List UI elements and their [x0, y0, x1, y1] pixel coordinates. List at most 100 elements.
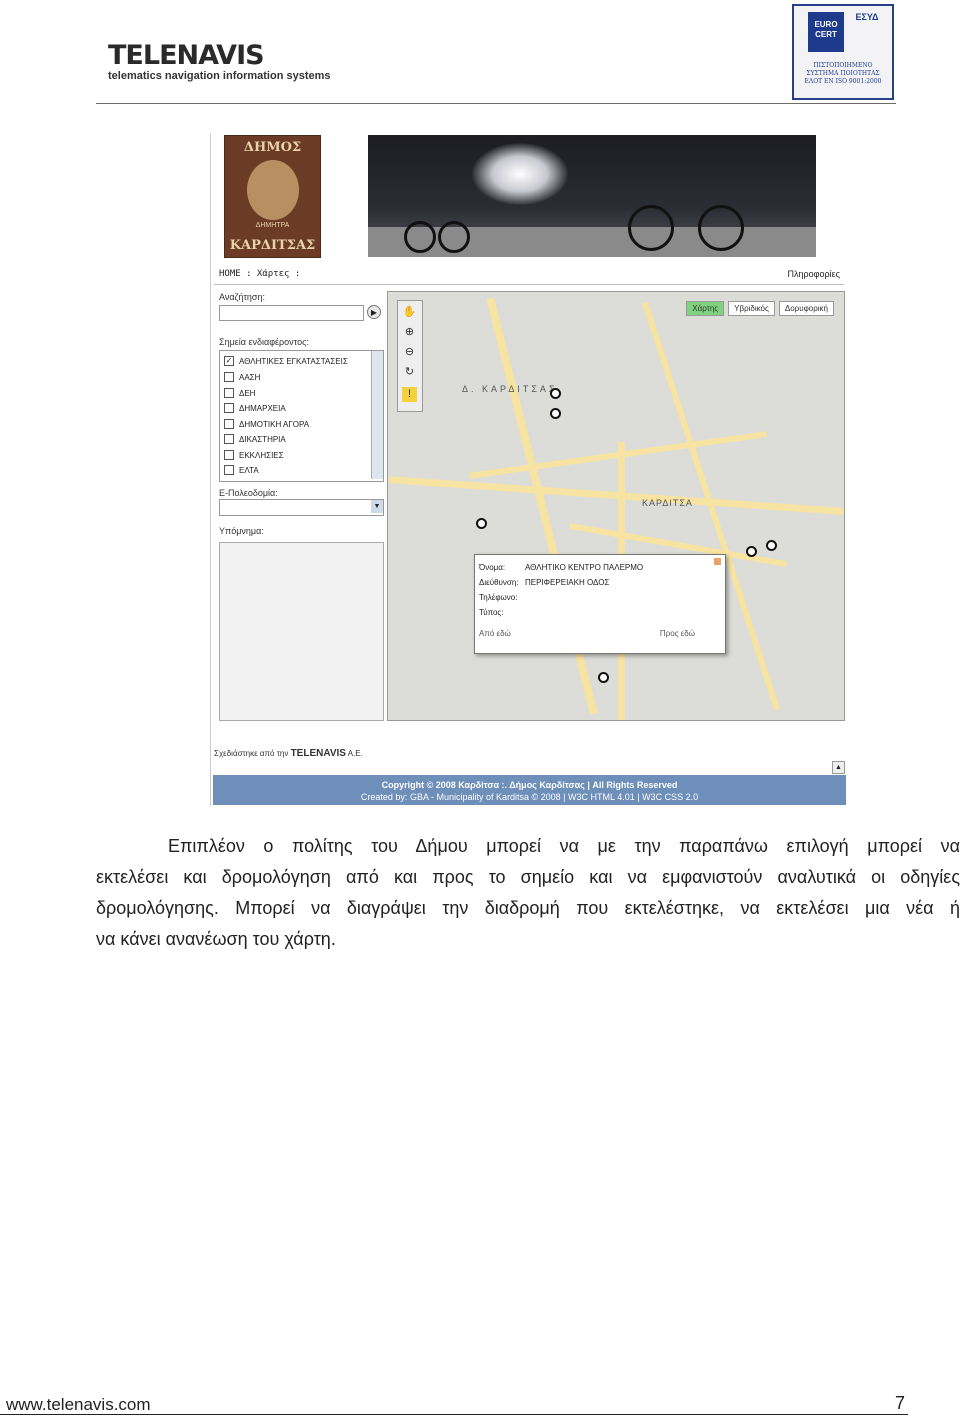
sports-marker-icon[interactable] [746, 546, 757, 557]
map-toolbar: ✋ ⊕ ⊖ ↻ ! [397, 300, 423, 412]
checkbox[interactable] [224, 372, 234, 382]
created-by-mid: - Municipality of Karditsa © 2008 | [430, 792, 566, 802]
poi-item[interactable]: ΕΛΤΑ [224, 465, 259, 475]
tab-map[interactable]: Χάρτης [686, 301, 725, 316]
search-go-button[interactable]: ▶ [367, 305, 381, 319]
poi-item-label: ΔΙΚΑΣΤΗΡΙΑ [239, 434, 286, 444]
popup-name-value: ΑΘΛΗΤΙΚΟ ΚΕΝΤΡΟ ΠΑΛΕΡΜΟ [525, 563, 644, 572]
search-input[interactable] [219, 305, 364, 321]
bicycle-wheel [404, 221, 436, 253]
header-divider [96, 103, 896, 104]
sports-marker-icon[interactable] [550, 388, 561, 399]
paragraph-line: Επιπλέον ο πολίτης του Δήμου μπορεί να μ… [168, 836, 960, 856]
route-from-link[interactable]: Από εδώ [479, 629, 511, 638]
paragraph-line: εκτελέσει και δρομολόγηση από και προς τ… [96, 867, 960, 887]
seal-portrait [247, 160, 299, 220]
fountain-shape [472, 143, 568, 205]
pan-hand-icon[interactable]: ✋ [402, 305, 417, 320]
poi-item-label: ΑΘΛΗΤΙΚΕΣ ΕΓΚΑΤΑΣΤΑΣΕΙΣ [239, 356, 348, 366]
poi-item[interactable]: ΔΙΚΑΣΤΗΡΙΑ [224, 434, 286, 444]
gba-link[interactable]: GBA [410, 792, 429, 802]
checkbox[interactable] [224, 465, 234, 475]
copyright-text: Copyright © 2008 Καρδίτσα :. Δήμος Καρδί… [381, 780, 678, 790]
checkbox[interactable] [224, 434, 234, 444]
paragraph-line: να κάνει ανανέωση του χάρτη. [96, 929, 336, 949]
map-type-tabs: Χάρτης Υβριδικός Δορυφορική [686, 301, 834, 316]
poi-item[interactable]: ΔΕΗ [224, 388, 255, 398]
poi-item[interactable]: ΑΑΣΗ [224, 372, 260, 382]
credit-prefix: Σχεδιάστηκε από την [214, 749, 289, 758]
cert-text: ΠΙΣΤΟΠΟΙΗΜΕΝΟ ΣΥΣΤΗΜΑ ΠΟΙΟΤΗΤΑΣ ΕΛΟΤ ΕΝ … [804, 62, 882, 85]
site-footer: Copyright © 2008 Καρδίτσα :. Δήμος Καρδί… [213, 775, 846, 805]
seal-top-text: ΔΗΜΟΣ [243, 140, 302, 155]
close-icon[interactable] [714, 558, 721, 565]
popup-address-value: ΠΕΡΙΦΕΡΕΙΑΚΗ ΟΔΟΣ [525, 578, 610, 587]
poi-item[interactable]: ΕΚΚΛΗΣΙΕΣ [224, 450, 284, 460]
paragraph-line: δρομολόγησης. Μπορεί να διαγράψει την δι… [96, 898, 960, 918]
map-city-label: Δ. ΚΑΡΔΙΤΣΑΣ [462, 384, 558, 394]
poi-item-label: ΑΑΣΗ [239, 372, 261, 382]
chevron-down-icon[interactable]: ▼ [371, 500, 383, 513]
bicycle-wheel [438, 221, 470, 253]
tab-satellite[interactable]: Δορυφορική [778, 301, 834, 316]
scroll-up-icon[interactable]: ▲ [832, 761, 845, 774]
bicycle-wheel [628, 205, 674, 251]
iso-certificate-badge: EURO CERT ΕΣΥΔ ΠΙΣΤΟΠΟΙΗΜΕΝΟ ΣΥΣΤΗΜΑ ΠΟΙ… [792, 4, 894, 100]
sports-marker-icon[interactable] [550, 408, 561, 419]
breadcrumb-bar: HOME : Χάρτες : Πληροφορίες [214, 266, 844, 285]
legend-label: Υπόμνημα: [219, 526, 264, 536]
info-popup: Όνομα: ΑΘΛΗΤΙΚΟ ΚΕΝΤΡΟ ΠΑΛΕΡΜΟ Διεύθυνση… [474, 554, 726, 654]
poi-label: Σημεία ενδιαφέροντος: [219, 337, 309, 347]
page-number: 7 [895, 1393, 906, 1413]
popup-name-label: Όνομα: [479, 563, 506, 572]
footer-url[interactable]: www.telenavis.com [6, 1395, 151, 1415]
w3c-css-link[interactable]: W3C CSS 2.0 [642, 792, 698, 802]
route-to-link[interactable]: Προς εδώ [660, 629, 695, 638]
sports-marker-icon[interactable] [598, 672, 609, 683]
map-road [388, 476, 844, 515]
w3c-html-link[interactable]: W3C HTML 4.01 [568, 792, 635, 802]
info-link[interactable]: Πληροφορίες [788, 269, 840, 279]
tab-hybrid[interactable]: Υβριδικός [728, 301, 775, 316]
popup-type-label: Τύπος: [479, 608, 504, 617]
designed-by-credit: Σχεδιάστηκε από την TELENAVIS A.E. [214, 748, 363, 759]
poi-item[interactable]: ΔΗΜΑΡΧΕΙΑ [224, 403, 286, 413]
seal-mid-text: ΔΗΜΗΤΡΑ [255, 222, 290, 229]
zoom-in-icon[interactable]: ⊕ [402, 325, 417, 340]
epolodomia-label: Ε-Πολεοδομία: [219, 488, 278, 498]
map-center-label: ΚΑΡΔΙΤΣΑ [642, 498, 693, 508]
body-paragraph: Επιπλέον ο πολίτης του Δήμου μπορεί να μ… [96, 831, 960, 955]
poi-item-label: ΕΛΤΑ [239, 465, 259, 475]
municipality-seal: ΔΗΜΟΣ ΔΗΜΗΤΡΑ ΚΑΡΔΙΤΣΑΣ [224, 135, 321, 258]
created-by-label: Created by: [360, 792, 408, 802]
sports-marker-icon[interactable] [476, 518, 487, 529]
esyd-logo: ΕΣΥΔ [855, 12, 879, 22]
poi-item-label: ΔΕΗ [239, 388, 256, 398]
fountain-photo [368, 135, 816, 257]
logo-tagline: telematics navigation information system… [108, 70, 331, 82]
poi-item-label: ΕΚΚΛΗΣΙΕΣ [239, 450, 284, 460]
legend-panel [219, 542, 384, 721]
sports-marker-icon[interactable] [766, 540, 777, 551]
route-icon[interactable]: ↻ [402, 365, 417, 380]
map-view[interactable]: ✋ ⊕ ⊖ ↻ ! Χάρτης Υβριδικός Δορυφορική Δ.… [387, 291, 845, 721]
popup-address-label: Διεύθυνση: [479, 578, 519, 587]
popup-phone-label: Τηλέφωνο: [479, 593, 518, 602]
checkbox[interactable] [224, 403, 234, 413]
bicycle-wheel [698, 205, 744, 251]
footer-divider [0, 1414, 908, 1415]
checkbox[interactable] [224, 419, 234, 429]
poi-item[interactable]: ΔΗΜΟΤΙΚΗ ΑΓΟΡΑ [224, 419, 309, 429]
created-by-line: Created by: GBA - Municipality of Kardit… [360, 792, 699, 802]
checkbox[interactable] [224, 388, 234, 398]
breadcrumb[interactable]: HOME : Χάρτες : [219, 269, 300, 279]
poi-item[interactable]: ✓ ΑΘΛΗΤΙΚΕΣ ΕΓΚΑΤΑΣΤΑΣΕΙΣ [224, 356, 348, 366]
warning-icon[interactable]: ! [402, 387, 417, 402]
seal-bottom-text: ΚΑΡΔΙΤΣΑΣ [229, 238, 316, 253]
epolodomia-select[interactable]: ▼ [219, 499, 384, 516]
zoom-out-icon[interactable]: ⊖ [402, 345, 417, 360]
checkbox[interactable] [224, 450, 234, 460]
checkbox-checked[interactable]: ✓ [224, 356, 234, 366]
poi-scrollbar[interactable] [371, 351, 383, 479]
credit-suffix: A.E. [347, 749, 363, 758]
